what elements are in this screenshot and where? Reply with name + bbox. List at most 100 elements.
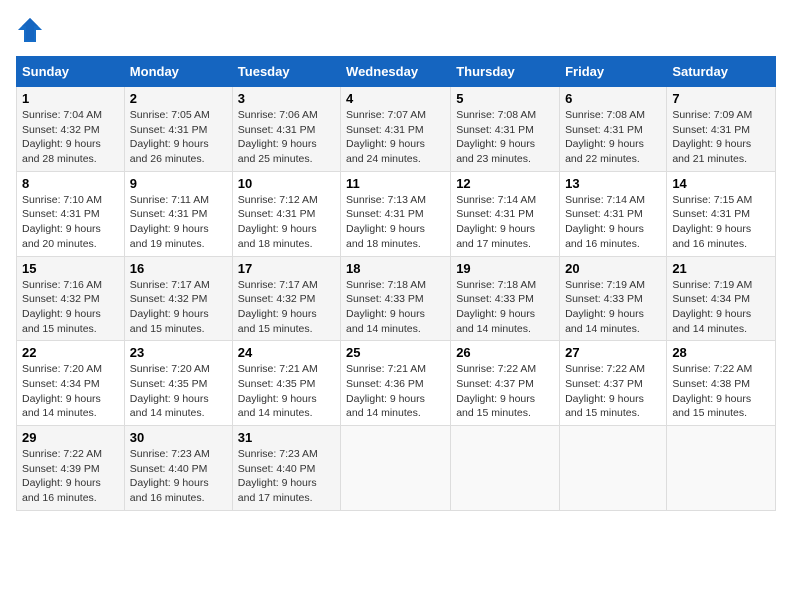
calendar-cell: 21 Sunrise: 7:19 AM Sunset: 4:34 PM Dayl… (667, 256, 776, 341)
day-info: Sunrise: 7:10 AM Sunset: 4:31 PM Dayligh… (22, 194, 102, 250)
calendar-week-1: 1 Sunrise: 7:04 AM Sunset: 4:32 PM Dayli… (17, 87, 776, 172)
day-info: Sunrise: 7:13 AM Sunset: 4:31 PM Dayligh… (346, 194, 426, 250)
day-info: Sunrise: 7:14 AM Sunset: 4:31 PM Dayligh… (565, 194, 645, 250)
day-info: Sunrise: 7:20 AM Sunset: 4:35 PM Dayligh… (130, 363, 210, 419)
page-header (16, 16, 776, 44)
day-number: 24 (238, 345, 335, 360)
weekday-row: SundayMondayTuesdayWednesdayThursdayFrid… (17, 57, 776, 87)
day-number: 13 (565, 176, 661, 191)
calendar-cell: 18 Sunrise: 7:18 AM Sunset: 4:33 PM Dayl… (341, 256, 451, 341)
calendar-cell: 19 Sunrise: 7:18 AM Sunset: 4:33 PM Dayl… (451, 256, 560, 341)
day-number: 14 (672, 176, 770, 191)
day-info: Sunrise: 7:04 AM Sunset: 4:32 PM Dayligh… (22, 109, 102, 165)
day-info: Sunrise: 7:17 AM Sunset: 4:32 PM Dayligh… (238, 279, 318, 335)
calendar-cell: 13 Sunrise: 7:14 AM Sunset: 4:31 PM Dayl… (560, 171, 667, 256)
weekday-header-wednesday: Wednesday (341, 57, 451, 87)
calendar-cell: 26 Sunrise: 7:22 AM Sunset: 4:37 PM Dayl… (451, 341, 560, 426)
day-info: Sunrise: 7:08 AM Sunset: 4:31 PM Dayligh… (456, 109, 536, 165)
day-number: 23 (130, 345, 227, 360)
calendar-cell: 15 Sunrise: 7:16 AM Sunset: 4:32 PM Dayl… (17, 256, 125, 341)
calendar-cell: 17 Sunrise: 7:17 AM Sunset: 4:32 PM Dayl… (232, 256, 340, 341)
logo-icon (16, 16, 44, 44)
day-number: 26 (456, 345, 554, 360)
day-number: 29 (22, 430, 119, 445)
day-info: Sunrise: 7:18 AM Sunset: 4:33 PM Dayligh… (456, 279, 536, 335)
calendar-cell (341, 426, 451, 511)
day-info: Sunrise: 7:19 AM Sunset: 4:34 PM Dayligh… (672, 279, 752, 335)
calendar-cell: 14 Sunrise: 7:15 AM Sunset: 4:31 PM Dayl… (667, 171, 776, 256)
calendar-cell: 30 Sunrise: 7:23 AM Sunset: 4:40 PM Dayl… (124, 426, 232, 511)
weekday-header-tuesday: Tuesday (232, 57, 340, 87)
calendar-cell: 28 Sunrise: 7:22 AM Sunset: 4:38 PM Dayl… (667, 341, 776, 426)
day-info: Sunrise: 7:23 AM Sunset: 4:40 PM Dayligh… (238, 448, 318, 504)
day-number: 18 (346, 261, 445, 276)
day-number: 30 (130, 430, 227, 445)
day-info: Sunrise: 7:23 AM Sunset: 4:40 PM Dayligh… (130, 448, 210, 504)
day-info: Sunrise: 7:22 AM Sunset: 4:37 PM Dayligh… (456, 363, 536, 419)
calendar-cell: 31 Sunrise: 7:23 AM Sunset: 4:40 PM Dayl… (232, 426, 340, 511)
calendar-cell (560, 426, 667, 511)
day-number: 17 (238, 261, 335, 276)
calendar-cell: 9 Sunrise: 7:11 AM Sunset: 4:31 PM Dayli… (124, 171, 232, 256)
weekday-header-saturday: Saturday (667, 57, 776, 87)
day-info: Sunrise: 7:18 AM Sunset: 4:33 PM Dayligh… (346, 279, 426, 335)
day-number: 19 (456, 261, 554, 276)
day-info: Sunrise: 7:14 AM Sunset: 4:31 PM Dayligh… (456, 194, 536, 250)
day-info: Sunrise: 7:16 AM Sunset: 4:32 PM Dayligh… (22, 279, 102, 335)
day-number: 22 (22, 345, 119, 360)
calendar-cell: 22 Sunrise: 7:20 AM Sunset: 4:34 PM Dayl… (17, 341, 125, 426)
calendar-cell: 4 Sunrise: 7:07 AM Sunset: 4:31 PM Dayli… (341, 87, 451, 172)
day-info: Sunrise: 7:07 AM Sunset: 4:31 PM Dayligh… (346, 109, 426, 165)
calendar-body: 1 Sunrise: 7:04 AM Sunset: 4:32 PM Dayli… (17, 87, 776, 511)
calendar-cell: 29 Sunrise: 7:22 AM Sunset: 4:39 PM Dayl… (17, 426, 125, 511)
day-number: 5 (456, 91, 554, 106)
day-number: 15 (22, 261, 119, 276)
day-number: 28 (672, 345, 770, 360)
day-info: Sunrise: 7:09 AM Sunset: 4:31 PM Dayligh… (672, 109, 752, 165)
day-number: 16 (130, 261, 227, 276)
day-number: 6 (565, 91, 661, 106)
calendar-week-5: 29 Sunrise: 7:22 AM Sunset: 4:39 PM Dayl… (17, 426, 776, 511)
calendar-week-3: 15 Sunrise: 7:16 AM Sunset: 4:32 PM Dayl… (17, 256, 776, 341)
day-info: Sunrise: 7:06 AM Sunset: 4:31 PM Dayligh… (238, 109, 318, 165)
day-number: 3 (238, 91, 335, 106)
calendar-cell: 27 Sunrise: 7:22 AM Sunset: 4:37 PM Dayl… (560, 341, 667, 426)
day-number: 2 (130, 91, 227, 106)
calendar-header: SundayMondayTuesdayWednesdayThursdayFrid… (17, 57, 776, 87)
day-number: 8 (22, 176, 119, 191)
day-info: Sunrise: 7:15 AM Sunset: 4:31 PM Dayligh… (672, 194, 752, 250)
calendar-cell: 8 Sunrise: 7:10 AM Sunset: 4:31 PM Dayli… (17, 171, 125, 256)
weekday-header-thursday: Thursday (451, 57, 560, 87)
calendar-cell: 2 Sunrise: 7:05 AM Sunset: 4:31 PM Dayli… (124, 87, 232, 172)
calendar-cell: 24 Sunrise: 7:21 AM Sunset: 4:35 PM Dayl… (232, 341, 340, 426)
calendar-cell: 1 Sunrise: 7:04 AM Sunset: 4:32 PM Dayli… (17, 87, 125, 172)
day-number: 27 (565, 345, 661, 360)
day-info: Sunrise: 7:22 AM Sunset: 4:38 PM Dayligh… (672, 363, 752, 419)
logo (16, 16, 48, 44)
day-number: 25 (346, 345, 445, 360)
day-number: 20 (565, 261, 661, 276)
day-info: Sunrise: 7:17 AM Sunset: 4:32 PM Dayligh… (130, 279, 210, 335)
calendar-cell: 10 Sunrise: 7:12 AM Sunset: 4:31 PM Dayl… (232, 171, 340, 256)
calendar-table: SundayMondayTuesdayWednesdayThursdayFrid… (16, 56, 776, 511)
day-info: Sunrise: 7:08 AM Sunset: 4:31 PM Dayligh… (565, 109, 645, 165)
day-number: 31 (238, 430, 335, 445)
day-number: 11 (346, 176, 445, 191)
day-number: 7 (672, 91, 770, 106)
day-number: 10 (238, 176, 335, 191)
day-info: Sunrise: 7:20 AM Sunset: 4:34 PM Dayligh… (22, 363, 102, 419)
calendar-cell: 11 Sunrise: 7:13 AM Sunset: 4:31 PM Dayl… (341, 171, 451, 256)
day-info: Sunrise: 7:12 AM Sunset: 4:31 PM Dayligh… (238, 194, 318, 250)
calendar-cell: 25 Sunrise: 7:21 AM Sunset: 4:36 PM Dayl… (341, 341, 451, 426)
calendar-cell: 5 Sunrise: 7:08 AM Sunset: 4:31 PM Dayli… (451, 87, 560, 172)
calendar-week-4: 22 Sunrise: 7:20 AM Sunset: 4:34 PM Dayl… (17, 341, 776, 426)
day-info: Sunrise: 7:05 AM Sunset: 4:31 PM Dayligh… (130, 109, 210, 165)
calendar-cell (451, 426, 560, 511)
day-number: 12 (456, 176, 554, 191)
day-info: Sunrise: 7:21 AM Sunset: 4:35 PM Dayligh… (238, 363, 318, 419)
calendar-cell: 16 Sunrise: 7:17 AM Sunset: 4:32 PM Dayl… (124, 256, 232, 341)
calendar-cell: 12 Sunrise: 7:14 AM Sunset: 4:31 PM Dayl… (451, 171, 560, 256)
calendar-cell: 23 Sunrise: 7:20 AM Sunset: 4:35 PM Dayl… (124, 341, 232, 426)
calendar-cell: 3 Sunrise: 7:06 AM Sunset: 4:31 PM Dayli… (232, 87, 340, 172)
calendar-cell: 20 Sunrise: 7:19 AM Sunset: 4:33 PM Dayl… (560, 256, 667, 341)
